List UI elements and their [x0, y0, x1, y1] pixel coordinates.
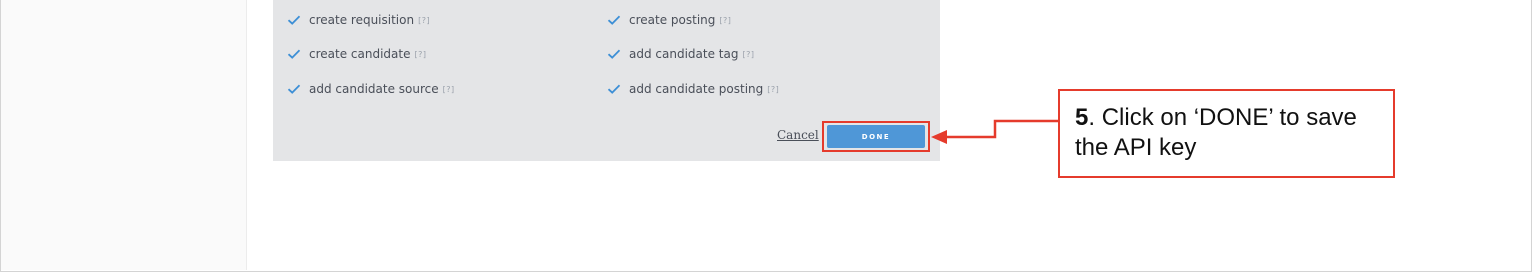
- instruction-callout: 5. Click on ‘DONE’ to save the API key: [1058, 89, 1395, 178]
- callout-text: . Click on ‘DONE’ to save the API key: [1075, 104, 1357, 161]
- callout-step-number: 5: [1075, 104, 1089, 131]
